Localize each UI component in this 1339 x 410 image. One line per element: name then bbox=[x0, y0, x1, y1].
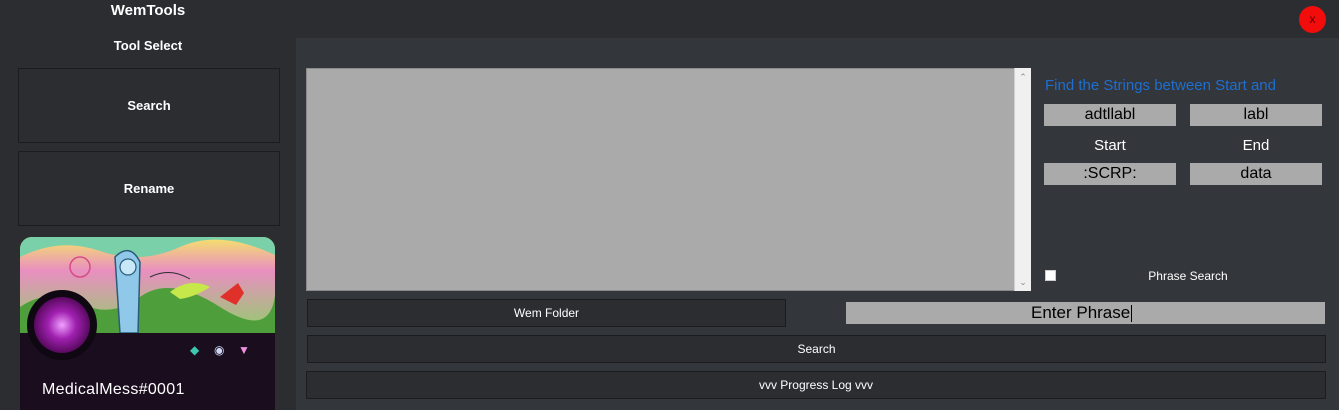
close-button[interactable]: x bbox=[1299, 6, 1326, 33]
end-field-1[interactable]: labl bbox=[1190, 104, 1322, 126]
username: MedicalMess#0001 bbox=[42, 381, 185, 398]
avatar bbox=[27, 290, 97, 360]
tool-search-button[interactable]: Search bbox=[18, 68, 280, 143]
start-field-1[interactable]: adtllabl bbox=[1044, 104, 1176, 126]
nitro-boost-icon: ◉ bbox=[214, 343, 225, 357]
gem-icon: ▼ bbox=[238, 343, 250, 357]
sidebar-heading: Tool Select bbox=[113, 38, 183, 53]
output-scrollbar[interactable]: ⌃ ⌄ bbox=[1014, 68, 1031, 291]
scroll-down-icon[interactable]: ⌄ bbox=[1015, 275, 1031, 289]
phrase-search-checkbox[interactable] bbox=[1045, 270, 1056, 281]
tool-rename-button[interactable]: Rename bbox=[18, 151, 280, 226]
end-field-2[interactable]: data bbox=[1190, 163, 1322, 185]
start-field-2[interactable]: :SCRP: bbox=[1044, 163, 1176, 185]
output-text-area[interactable] bbox=[306, 68, 1031, 291]
end-label: End bbox=[1242, 137, 1270, 154]
scroll-up-icon[interactable]: ⌃ bbox=[1015, 70, 1031, 84]
wem-folder-button[interactable]: Wem Folder bbox=[307, 299, 786, 327]
hypesquad-icon: ◆ bbox=[190, 343, 200, 357]
find-strings-caption: Find the Strings between Start and bbox=[1045, 77, 1276, 94]
phrase-input-value: Enter Phrase bbox=[1031, 303, 1131, 322]
profile-card: ◆ ◉ ▼ MedicalMess#0001 bbox=[20, 237, 275, 410]
start-label: Start bbox=[1094, 137, 1126, 154]
search-button[interactable]: Search bbox=[307, 335, 1326, 363]
phrase-input[interactable]: Enter Phrase bbox=[846, 302, 1325, 324]
profile-badges: ◆ ◉ ▼ bbox=[190, 343, 260, 357]
text-caret bbox=[1131, 305, 1133, 323]
progress-log-button[interactable]: vvv Progress Log vvv bbox=[306, 371, 1326, 399]
app-title: WemTools bbox=[110, 2, 186, 19]
phrase-search-label: Phrase Search bbox=[1148, 269, 1228, 283]
